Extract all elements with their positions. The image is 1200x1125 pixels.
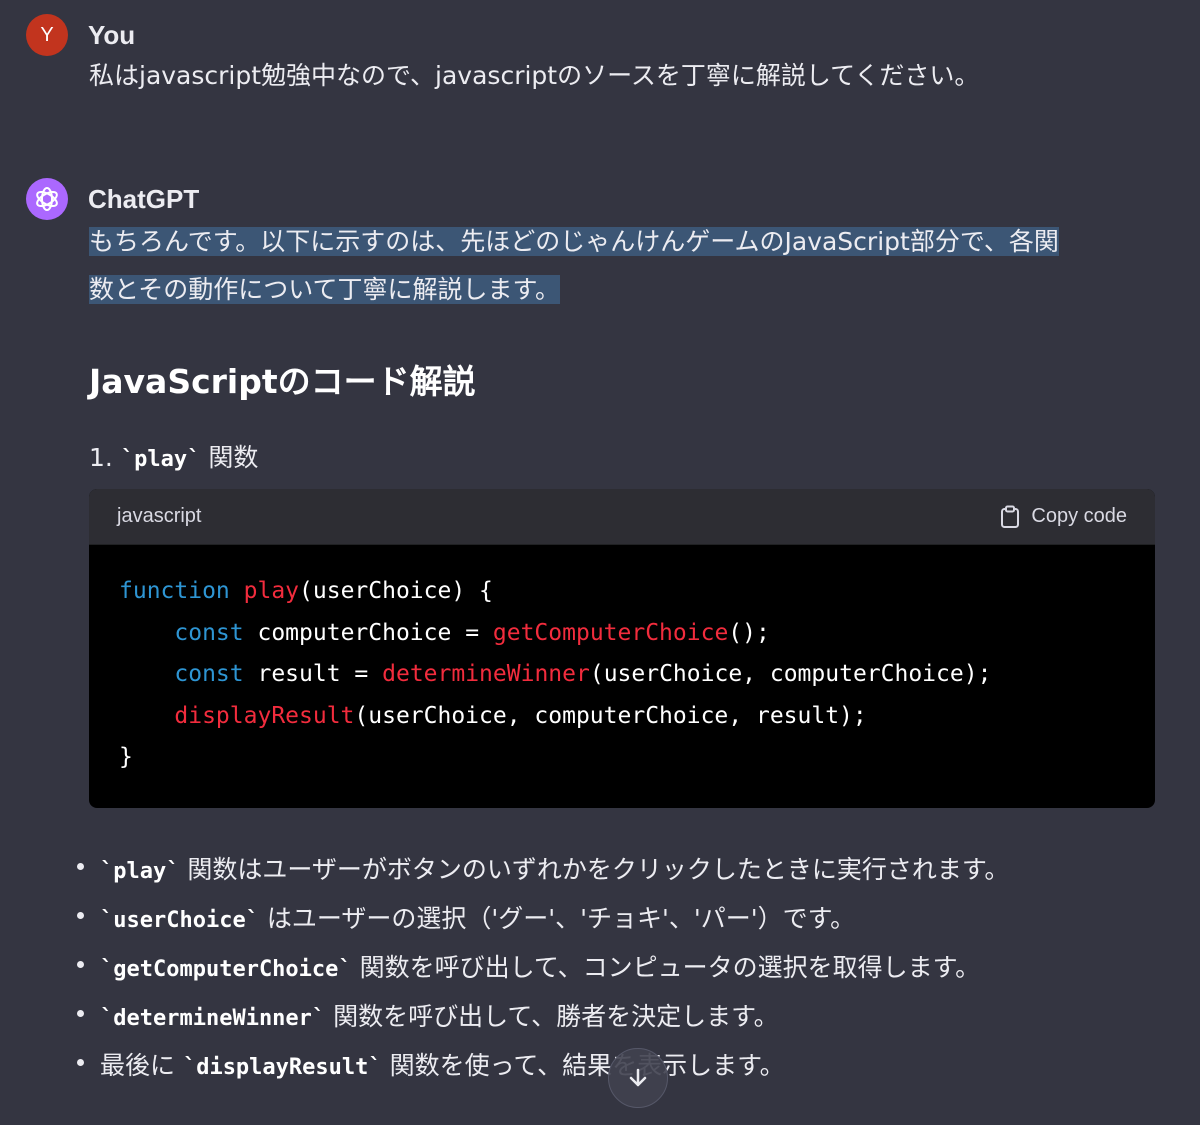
openai-logo-icon	[36, 187, 58, 211]
item-number: 1.	[89, 443, 113, 472]
code-function-name: determineWinner	[382, 661, 590, 687]
bullet-item: `determineWinner` 関数を呼び出して、勝者を決定します。	[76, 992, 1009, 1041]
bullet-text: 最後に	[100, 1051, 183, 1080]
bullet-inline-code: `userChoice`	[100, 908, 259, 933]
code-text: ();	[728, 619, 770, 646]
numbered-item-title: 1. `play` 関数	[89, 438, 258, 474]
item-suffix: 関数	[208, 443, 259, 472]
code-text: }	[119, 744, 133, 770]
bullet-item: 最後に `displayResult` 関数を使って、結果を表示します。	[76, 1041, 1009, 1090]
bullet-item: `userChoice` はユーザーの選択（'グー'、'チョキ'、'パー'）です…	[76, 894, 1009, 943]
code-language-label: javascript	[117, 505, 202, 527]
user-message-header: Y You	[26, 14, 135, 56]
intro-line-2: 数とその動作について丁寧に解説します。	[89, 275, 561, 304]
bullet-list: `play` 関数はユーザーがボタンのいずれかをクリックしたときに実行されます。…	[76, 845, 1009, 1090]
code-content: function play(userChoice) { const comput…	[89, 545, 1155, 805]
clipboard-icon	[1001, 505, 1020, 528]
code-keyword: const	[174, 661, 244, 687]
code-line: const result = determineWinner(userChoic…	[119, 654, 1125, 696]
code-function-name: play	[243, 578, 300, 604]
item-inline-code: `play`	[120, 447, 201, 472]
code-text: (userChoice, computerChoice, result);	[354, 702, 867, 729]
bullet-item: `play` 関数はユーザーがボタンのいずれかをクリックしたときに実行されます。	[76, 845, 1009, 894]
user-avatar: Y	[26, 14, 68, 56]
code-function-name: displayResult	[174, 702, 355, 729]
code-function-name: getComputerChoice	[492, 619, 729, 646]
user-author-name: You	[88, 19, 136, 50]
bullet-text: 関数を使って、結果を表示します。	[381, 1051, 785, 1080]
code-text: (userChoice) {	[299, 578, 493, 604]
bullet-text: 関数を呼び出して、コンピュータの選択を取得します。	[351, 953, 981, 982]
code-keyword: function	[119, 578, 230, 604]
code-block-header: javascript Copy code	[89, 489, 1155, 545]
copy-code-button[interactable]: Copy code	[999, 505, 1127, 529]
chat-page: Y You 私はjavascript勉強中なので、javascriptのソースを…	[0, 0, 1200, 1125]
code-line: function play(userChoice) {	[119, 571, 1125, 613]
code-line: displayResult(userChoice, computerChoice…	[119, 696, 1125, 738]
scroll-to-bottom-button[interactable]	[608, 1048, 668, 1108]
code-line: }	[119, 737, 1125, 779]
code-text: result =	[243, 661, 383, 687]
bullet-item: `getComputerChoice` 関数を呼び出して、コンピュータの選択を取…	[76, 943, 1009, 992]
code-text: computerChoice =	[243, 619, 493, 646]
copy-code-label: Copy code	[1031, 505, 1127, 527]
code-keyword: const	[174, 619, 244, 646]
assistant-message-header: ChatGPT	[26, 178, 199, 220]
section-heading: JavaScriptのコード解説	[89, 362, 476, 401]
assistant-author-name: ChatGPT	[88, 183, 200, 214]
assistant-intro-paragraph: もちろんです。以下に示すのは、先ほどのじゃんけんゲームのJavaScript部分…	[89, 218, 1155, 314]
code-text: (userChoice, computerChoice);	[589, 661, 992, 687]
bullet-inline-code: `getComputerChoice`	[100, 957, 352, 982]
bullet-inline-code: `displayResult`	[182, 1055, 382, 1080]
arrow-down-icon	[629, 1068, 647, 1087]
assistant-avatar	[26, 178, 68, 220]
intro-line-1: もちろんです。以下に示すのは、先ほどのじゃんけんゲームのJavaScript部分…	[89, 227, 1059, 256]
bullet-text: 関数はユーザーがボタンのいずれかをクリックしたときに実行されます。	[179, 855, 1010, 884]
bullet-text: 関数を呼び出して、勝者を決定します。	[325, 1002, 779, 1031]
code-line: const computerChoice = getComputerChoice…	[119, 613, 1125, 655]
user-message-text: 私はjavascript勉強中なので、javascriptのソースを丁寧に解説し…	[89, 61, 980, 90]
bullet-inline-code: `play`	[100, 859, 180, 884]
code-block: javascript Copy code function play(userC…	[89, 489, 1155, 808]
bullet-text: はユーザーの選択（'グー'、'チョキ'、'パー'）です。	[258, 904, 856, 933]
bullet-inline-code: `determineWinner`	[100, 1006, 326, 1031]
